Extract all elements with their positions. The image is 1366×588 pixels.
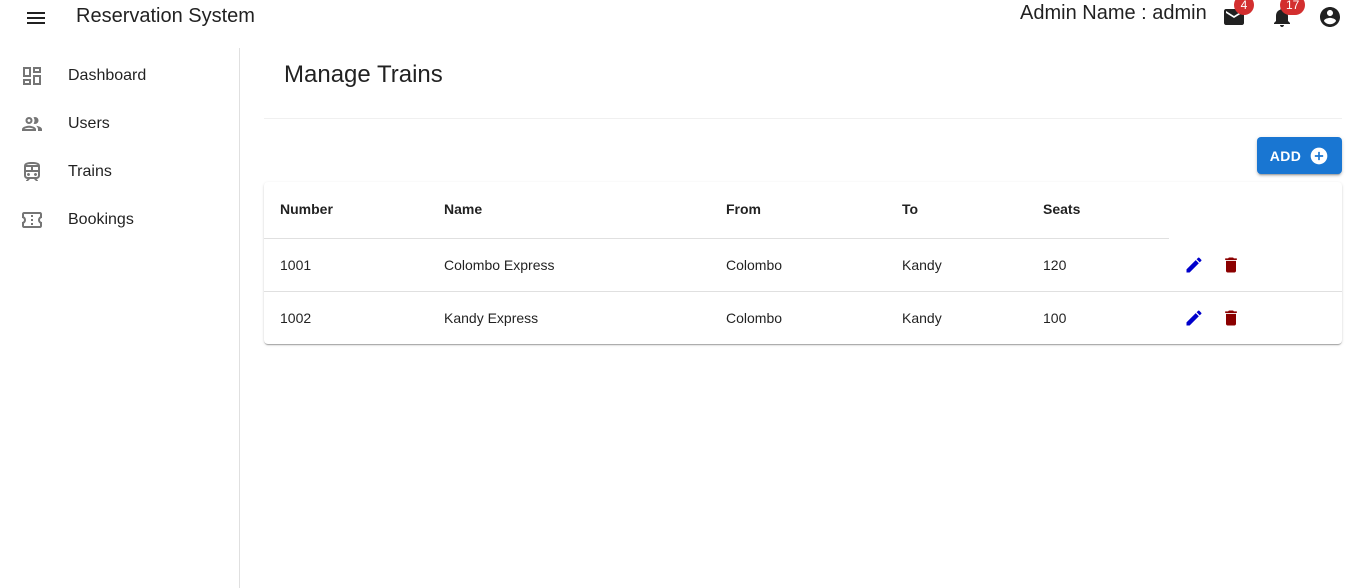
add-train-button[interactable]: ADD [1257, 137, 1342, 174]
cell-seats: 120 [1043, 257, 1067, 273]
edit-button[interactable] [1182, 253, 1206, 277]
account-icon [1320, 7, 1340, 27]
ticket-icon [20, 208, 44, 232]
divider [264, 118, 1342, 119]
column-header-seats[interactable]: Seats [1043, 199, 1080, 219]
column-header-number[interactable]: Number [280, 199, 333, 219]
sidebar-item-bookings[interactable]: Bookings [0, 196, 239, 244]
app-title: Reservation System [76, 5, 255, 27]
sidebar-item-label: Dashboard [68, 67, 147, 84]
menu-button[interactable] [24, 6, 48, 30]
trains-table: Number Name From To Seats 1001 Colombo E… [264, 182, 1342, 344]
sidebar-item-label: Users [68, 115, 110, 132]
cell-number: 1002 [280, 310, 312, 326]
cell-to: Kandy [902, 310, 942, 326]
users-icon [20, 112, 44, 136]
edit-icon [1186, 310, 1202, 326]
delete-button[interactable] [1219, 306, 1243, 330]
sidebar: Dashboard Users Trains Bookings [0, 48, 240, 588]
trash-icon [1225, 257, 1237, 273]
column-header-name[interactable]: Name [444, 199, 482, 219]
trash-icon [1225, 310, 1237, 326]
delete-button[interactable] [1219, 253, 1243, 277]
table-row: 1001 Colombo Express Colombo Kandy 120 [264, 239, 1342, 292]
cell-name: Kandy Express [444, 310, 539, 326]
edit-icon [1186, 257, 1202, 273]
dashboard-icon [20, 64, 44, 88]
mail-badge: 4 [1234, 0, 1254, 15]
add-button-label: ADD [1269, 147, 1302, 164]
add-circle-icon [1310, 147, 1328, 164]
table-row: 1002 Kandy Express Colombo Kandy 100 [264, 292, 1342, 345]
cell-from: Colombo [726, 310, 783, 326]
menu-icon [27, 12, 45, 24]
sidebar-item-users[interactable]: Users [0, 100, 239, 148]
sidebar-item-label: Trains [68, 163, 112, 180]
cell-from: Colombo [726, 257, 783, 273]
sidebar-item-dashboard[interactable]: Dashboard [0, 52, 239, 100]
edit-button[interactable] [1182, 306, 1206, 330]
train-icon [20, 160, 44, 184]
app-bar: Reservation System Admin Name : admin 4 … [0, 0, 1366, 34]
sidebar-item-label: Bookings [68, 211, 134, 228]
page-title: Manage Trains [284, 61, 443, 88]
sidebar-item-trains[interactable]: Trains [0, 148, 239, 196]
notifications-badge: 17 [1280, 0, 1306, 15]
mail-button[interactable]: 4 [1222, 0, 1254, 29]
cell-to: Kandy [902, 257, 942, 273]
cell-seats: 100 [1043, 310, 1067, 326]
column-header-from[interactable]: From [726, 199, 761, 219]
notifications-button[interactable]: 17 [1270, 0, 1306, 29]
account-button[interactable] [1318, 5, 1342, 29]
cell-name: Colombo Express [444, 257, 555, 273]
admin-name: Admin Name : admin [1020, 2, 1207, 24]
column-header-to[interactable]: To [902, 199, 918, 219]
cell-number: 1001 [280, 257, 312, 273]
